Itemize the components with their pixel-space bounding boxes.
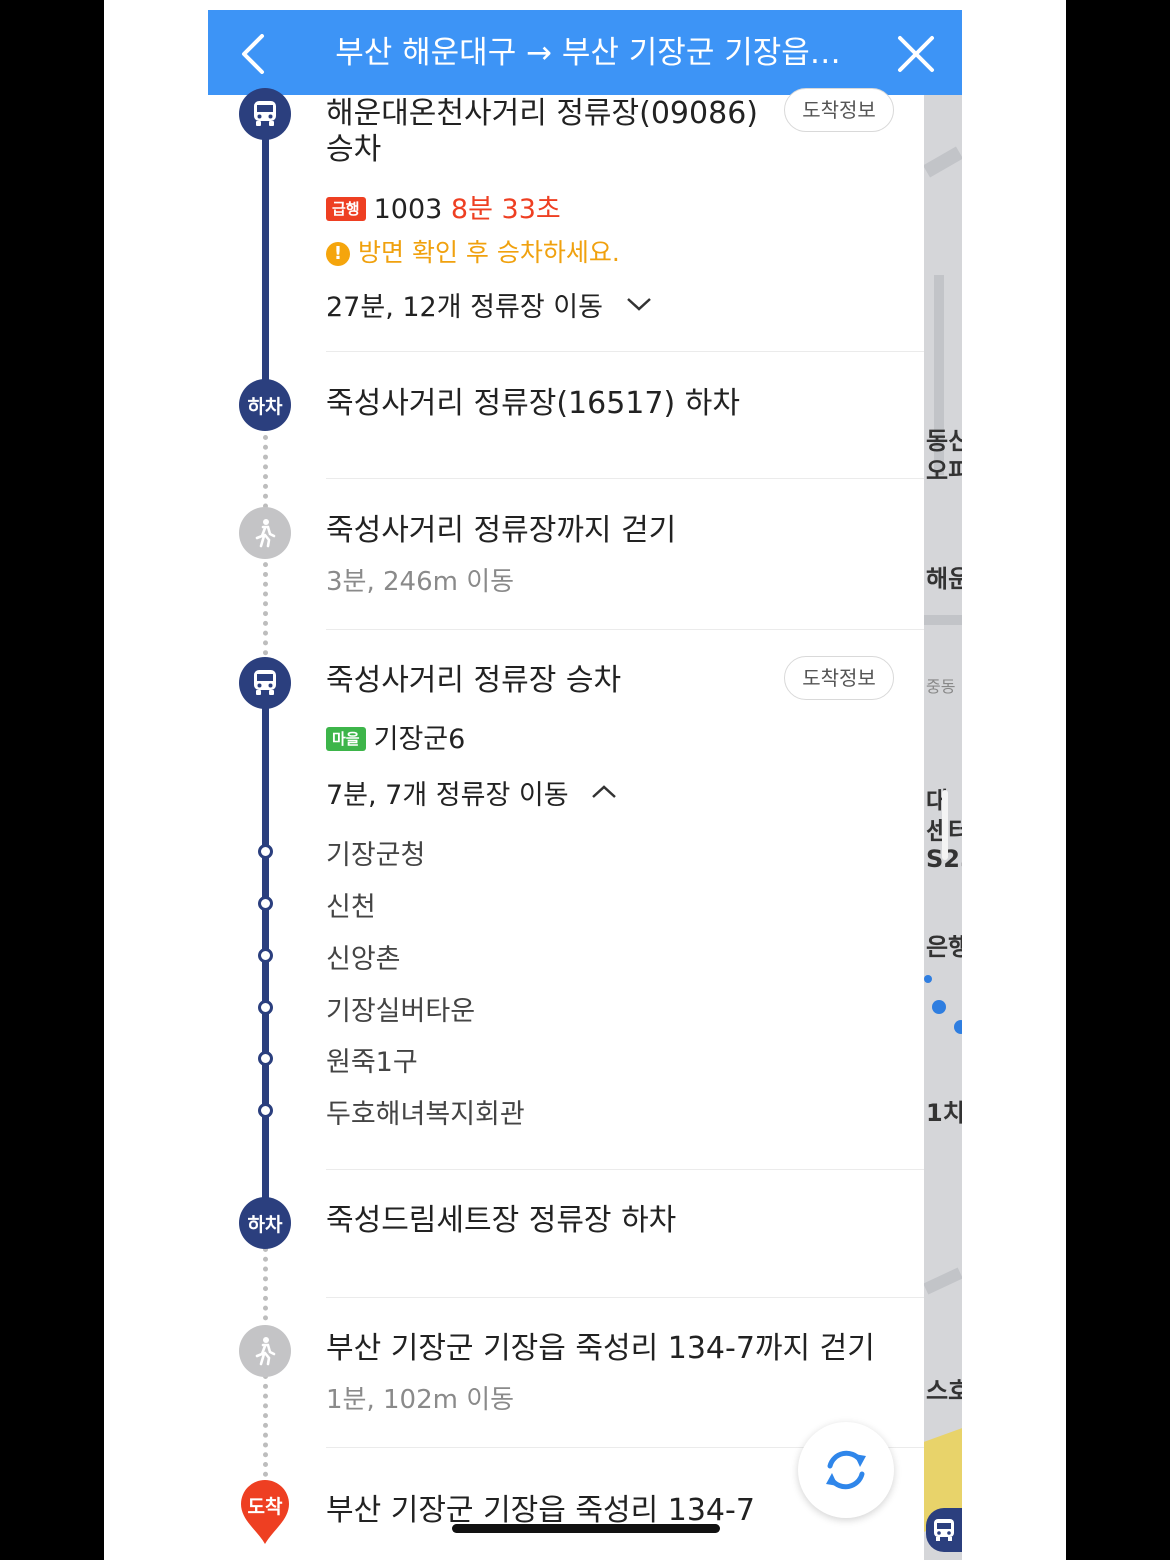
- alight-node: 하차: [239, 379, 291, 431]
- walk-step-title: 부산 기장군 기장읍 죽성리 134-7까지 걷기: [326, 1331, 875, 1366]
- status-bar: [208, 0, 962, 10]
- divider: [326, 478, 924, 479]
- boarding-stop-title: 해운대온천사거리 정류장(09086): [326, 96, 758, 131]
- chevron-down-icon: [626, 288, 652, 319]
- walk-step-info: 3분, 246m 이동: [326, 567, 515, 597]
- route-title: 부산 해운대구 → 부산 기장군 기장읍…: [335, 35, 841, 71]
- walk-step-title: 죽성사거리 정류장까지 걷기: [326, 513, 677, 548]
- boarding-stop-title-cont: 승차: [326, 132, 382, 167]
- arrival-info-button[interactable]: 도착정보: [784, 656, 894, 700]
- alight-stop-title: 죽성드림세트장 정류장 하차: [326, 1203, 677, 1238]
- bus-number: 기장군6: [373, 724, 466, 755]
- walking-icon: [239, 1325, 291, 1377]
- divider: [326, 629, 924, 630]
- top-navigation-bar: 부산 해운대구 → 부산 기장군 기장읍…: [208, 10, 962, 95]
- map-route-dot: [924, 975, 932, 983]
- stop-dot: [258, 844, 273, 859]
- chevron-up-icon: [591, 776, 617, 807]
- intermediate-stop: 신천: [326, 892, 376, 923]
- intermediate-stop: 두호해녀복지회관: [326, 1099, 525, 1130]
- bus-icon: [239, 88, 291, 140]
- ride-info-toggle[interactable]: 27분, 12개 정류장 이동: [326, 285, 652, 324]
- bus-number: 1003: [373, 194, 443, 225]
- left-margin: [104, 0, 208, 1560]
- divider: [326, 1297, 924, 1298]
- walk-step-info: 1분, 102m 이동: [326, 1385, 515, 1415]
- ride-info-toggle[interactable]: 7분, 7개 정류장 이동: [326, 773, 617, 812]
- bus-route-line: [262, 95, 269, 405]
- bus-line-info[interactable]: 마을 기장군6: [326, 717, 465, 756]
- intermediate-stop: 신앙촌: [326, 944, 401, 975]
- map-bus-icon[interactable]: [926, 1508, 962, 1552]
- map-route-dot: [932, 1000, 946, 1014]
- map-label: 1치: [926, 1099, 962, 1127]
- refresh-button[interactable]: [798, 1422, 894, 1518]
- stop-dot: [258, 1103, 273, 1118]
- alight-stop-title: 죽성사거리 정류장(16517) 하차: [326, 386, 740, 421]
- destination-label: 도착: [247, 1496, 283, 1518]
- walking-icon: [239, 507, 291, 559]
- arrival-info-button[interactable]: 도착정보: [784, 88, 894, 132]
- ride-info-text: 27분, 12개 정류장 이동: [326, 292, 603, 323]
- destination-pin-icon: 도착: [239, 1480, 291, 1546]
- stop-dot: [258, 896, 273, 911]
- intermediate-stop: 원죽1구: [326, 1047, 418, 1078]
- bus-line-info[interactable]: 급행 1003 8분 33초: [326, 187, 561, 226]
- map-route-dot: [954, 1020, 962, 1034]
- chevron-left-icon[interactable]: [236, 34, 272, 74]
- intermediate-stop: 기장실버타운: [326, 996, 476, 1027]
- stop-dot: [258, 1000, 273, 1015]
- home-indicator[interactable]: [452, 1524, 720, 1533]
- alight-node: 하차: [239, 1197, 291, 1249]
- ride-info-text: 7분, 7개 정류장 이동: [326, 780, 569, 811]
- express-badge: 급행: [326, 197, 366, 221]
- direction-warning: ! 방면 확인 후 승차하세요.: [326, 233, 620, 269]
- map-label: 스호: [926, 1377, 962, 1405]
- warning-text: 방면 확인 후 승차하세요.: [358, 238, 620, 267]
- warning-icon: !: [326, 242, 350, 266]
- bus-arrival-time: 8분 33초: [450, 194, 561, 225]
- intermediate-stop: 기장군청: [326, 840, 426, 871]
- map-label: 은행: [926, 933, 962, 961]
- right-margin: [962, 0, 1066, 1560]
- bus-icon: [239, 657, 291, 709]
- stop-dot: [258, 948, 273, 963]
- map-scroll-handle[interactable]: [942, 790, 948, 860]
- village-bus-badge: 마을: [326, 727, 366, 751]
- stop-dot: [258, 1051, 273, 1066]
- refresh-icon: [826, 1450, 866, 1490]
- divider: [326, 1169, 924, 1170]
- route-detail-panel: 해운대온천사거리 정류장(09086) 승차 도착정보 급행 1003 8분 33…: [208, 88, 924, 1560]
- map-label: 오피: [926, 457, 962, 485]
- screen: 동신 오피 해운 중동 대 센터 S25 은행 1치 스호 부산 해운대구 → …: [208, 0, 962, 1560]
- map-label: 중동: [926, 677, 956, 696]
- divider: [326, 351, 924, 352]
- map-label: 해운: [926, 565, 962, 593]
- close-icon[interactable]: [896, 34, 936, 74]
- boarding-stop-title: 죽성사거리 정류장 승차: [326, 663, 622, 698]
